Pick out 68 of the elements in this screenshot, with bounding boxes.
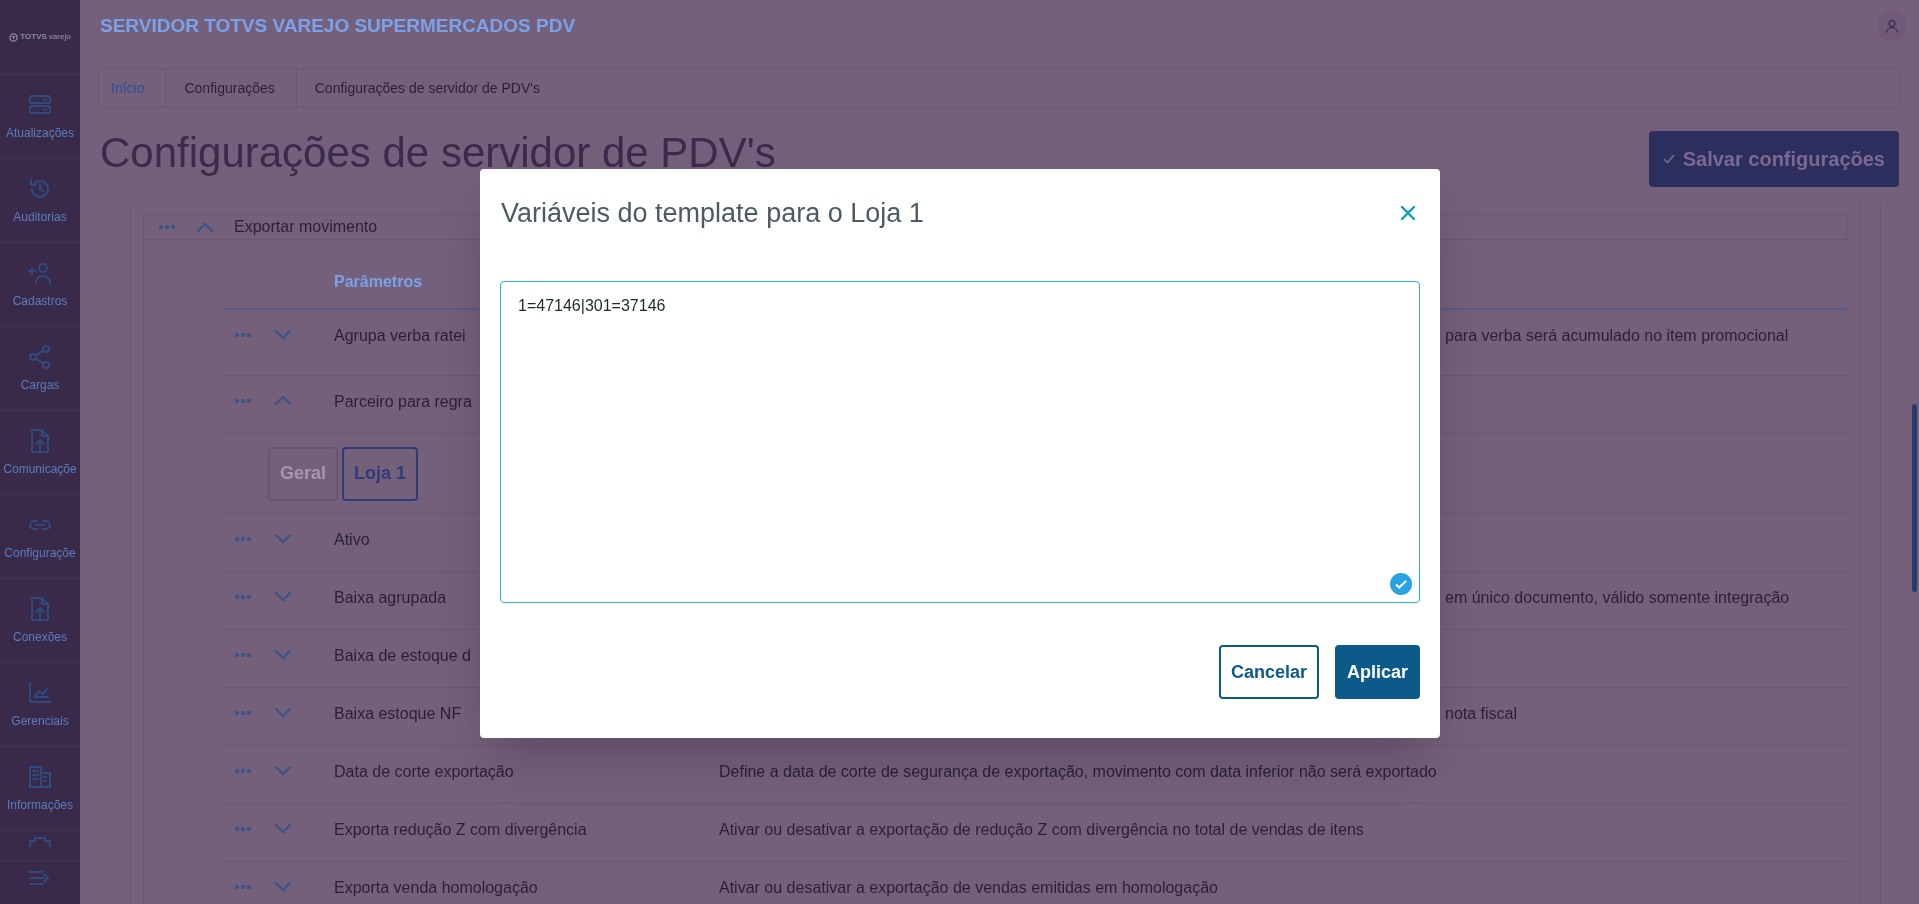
parameter-name: Exporta redução Z com divergência — [334, 821, 587, 838]
sidebar-item[interactable]: Comunicaçõe — [0, 411, 80, 495]
more-icon[interactable] — [234, 593, 252, 600]
parameter-description: Ativar ou desativar a exportação de redução Z com divergência no total de vendas de itens — [719, 821, 1364, 838]
save-button[interactable]: Salvar configurações — [1648, 131, 1899, 187]
chevron-down-icon[interactable] — [274, 707, 292, 718]
more-icon[interactable] — [234, 825, 252, 832]
breadcrumb-item: Configurações — [183, 78, 276, 98]
sidebar-item[interactable]: Configuraçõe — [0, 495, 80, 579]
logo-icon — [9, 32, 19, 42]
scrollbar-thumb[interactable] — [1912, 404, 1917, 592]
check-icon — [1662, 154, 1675, 164]
menu-icon — [28, 869, 52, 887]
more-icon[interactable] — [234, 651, 252, 658]
chevron-down-icon[interactable] — [274, 329, 292, 340]
dialog-title: Variáveis do template para o Loja 1 — [501, 196, 924, 230]
logo-text: TOTVS — [20, 31, 47, 43]
more-icon[interactable] — [234, 883, 252, 890]
sidebar-item[interactable]: Informações — [0, 747, 80, 831]
sidebar-item[interactable]: Cadastros — [0, 243, 80, 327]
chevron-down-icon[interactable] — [274, 649, 292, 660]
more-icon[interactable] — [234, 709, 252, 716]
parameter-description: Define a data de corte de segurança de exportação, movimento com data inferior não será exportado — [719, 763, 1437, 780]
chart-icon — [27, 679, 53, 706]
sidebar-item[interactable]: Cargas — [0, 327, 80, 411]
chevron-down-icon[interactable] — [274, 765, 292, 776]
parameter-name: Baixa de estoque d — [334, 647, 471, 664]
logo-subtext: varejo — [48, 31, 71, 43]
more-icon[interactable] — [234, 767, 252, 774]
chevron-up-icon[interactable] — [274, 395, 292, 406]
share-icon — [27, 343, 53, 370]
sidebar-item[interactable]: Auditorias — [0, 159, 80, 243]
parameter-description: para verba será acumulado no item promocional — [1445, 327, 1789, 344]
parameter-name: Baixa agrupada — [334, 589, 447, 606]
section-title: Exportar movimento — [234, 217, 378, 237]
page-title: Configurações de servidor de PDV's — [100, 129, 776, 177]
cancel-button[interactable]: Cancelar — [1218, 645, 1319, 699]
parameter-name: Parceiro para regra — [334, 393, 472, 410]
chevron-down-icon[interactable] — [274, 591, 292, 602]
parameter-name: Agrupa verba ratei — [334, 327, 466, 344]
chevron-down-icon[interactable] — [274, 533, 292, 544]
apply-button[interactable]: Aplicar — [1334, 645, 1420, 699]
sidebar-item[interactable]: Atualizações — [0, 75, 80, 159]
parameter-name: Data de corte exportação — [334, 763, 514, 780]
user-button[interactable] — [1877, 11, 1907, 41]
more-icon[interactable] — [234, 397, 252, 404]
parameter-description: nota fiscal — [1445, 705, 1518, 722]
column-header: Parâmetros — [334, 272, 423, 292]
sidebar-item[interactable]: Conexões — [0, 579, 80, 663]
text-area[interactable]: 1=47146|301=37146 — [500, 281, 1420, 603]
sidebar-item[interactable]: Gerenciais — [0, 663, 80, 747]
parameter-name: Baixa estoque NF — [334, 705, 462, 722]
breadcrumb-item: Configurações de servidor de PDV's — [313, 78, 541, 98]
chevron-up-icon[interactable] — [196, 221, 214, 233]
parameter-description: Ativar ou desativar a exportação de vendas emitidas em homologação — [719, 879, 1218, 896]
parameter-name: Ativo — [334, 531, 370, 548]
close-icon — [1400, 205, 1416, 221]
parameter-name: Exporta venda homologação — [334, 879, 538, 896]
app-title: SERVIDOR TOTVS VAREJO SUPERMERCADOS PDV — [100, 13, 576, 38]
user-icon — [1885, 19, 1899, 33]
tab[interactable]: Loja 1 — [342, 446, 419, 501]
more-icon[interactable] — [234, 535, 252, 542]
chevron-down-icon[interactable] — [274, 881, 292, 892]
field-value: 1=47146|301=37146 — [518, 296, 666, 316]
more-icon[interactable] — [158, 224, 176, 230]
chevron-down-icon[interactable] — [274, 823, 292, 834]
more-icon[interactable] — [234, 331, 252, 338]
parameter-description: em único documento, válido somente integração — [1445, 589, 1790, 606]
